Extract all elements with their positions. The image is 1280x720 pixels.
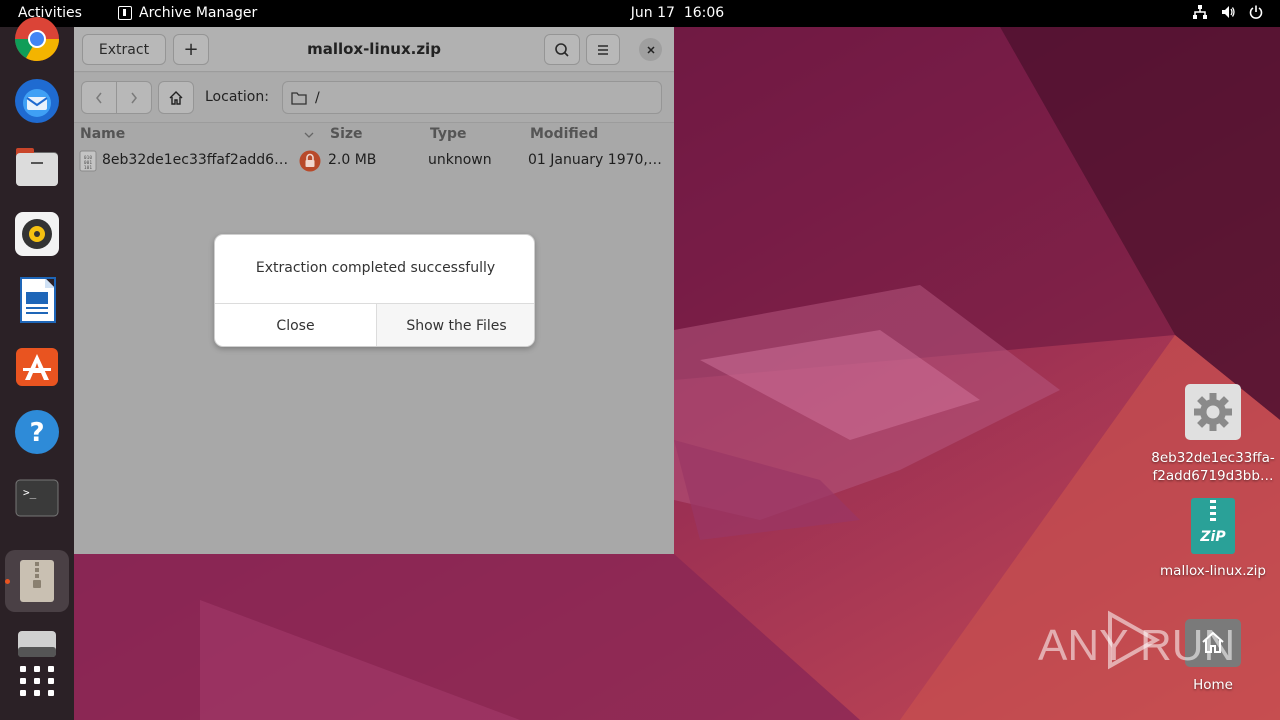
location-label: Location: — [205, 89, 269, 105]
search-icon — [555, 42, 569, 57]
executable-gear-icon — [1185, 384, 1241, 440]
chevron-right-icon — [131, 92, 137, 103]
column-type[interactable]: Type — [430, 126, 467, 142]
desktop-zip-item[interactable]: ZiP mallox-linux.zip — [1143, 498, 1280, 580]
files-icon[interactable] — [13, 144, 61, 192]
chevron-left-icon — [96, 92, 102, 103]
terminal-icon[interactable]: >_ — [13, 474, 61, 522]
network-icon — [1193, 5, 1207, 19]
clock-date: Jun 17 — [630, 5, 675, 21]
location-field[interactable]: / — [282, 81, 662, 114]
row-modified: 01 January 1970,… — [528, 152, 662, 168]
svg-text:>_: >_ — [23, 486, 37, 499]
close-icon — [646, 45, 655, 54]
folder-icon — [291, 91, 307, 105]
running-indicator — [5, 579, 10, 584]
binary-file-icon: 010001101 — [79, 150, 97, 172]
column-name[interactable]: Name — [80, 126, 125, 142]
clock-time: 16:06 — [683, 5, 725, 21]
search-button[interactable] — [544, 34, 580, 65]
table-row[interactable]: 010 001 101 8eb32de1ec33ffaf2add6… 2.0 MB … — [74, 148, 674, 174]
show-files-button[interactable]: Show the Files — [377, 304, 534, 346]
anyrun-watermark: ANY RUN — [1038, 608, 1238, 676]
column-headers: Name Size Type Modified — [74, 124, 674, 146]
desktop-file-item[interactable]: 8eb32de1ec33ffa- f2add6719d3bb… — [1143, 383, 1280, 485]
menu-button[interactable] — [586, 34, 620, 65]
zip-badge: ZiP — [1200, 529, 1226, 545]
app-name: Archive Manager — [139, 5, 258, 21]
archive-manager-small-icon — [118, 6, 132, 20]
dock: ? >_ — [0, 17, 74, 720]
sort-chevron-down-icon[interactable] — [304, 132, 314, 139]
desktop-zip-label: mallox-linux.zip — [1160, 563, 1266, 579]
location-toolbar: Location: / — [74, 73, 674, 123]
home-button[interactable] — [158, 81, 194, 114]
extraction-dialog: Extraction completed successfully Close … — [214, 234, 535, 347]
rhythmbox-icon[interactable] — [13, 210, 61, 258]
system-tray[interactable] — [1192, 4, 1264, 20]
watermark-text-right: RUN — [1140, 621, 1235, 670]
row-size: 2.0 MB — [328, 152, 377, 168]
forward-button[interactable] — [116, 81, 152, 114]
row-name: 8eb32de1ec33ffaf2add6… — [102, 152, 289, 168]
chrome-icon[interactable] — [13, 15, 61, 63]
help-icon[interactable]: ? — [13, 408, 61, 456]
desktop-file-label-line1: 8eb32de1ec33ffa- — [1151, 450, 1275, 466]
column-size[interactable]: Size — [330, 126, 363, 142]
home-icon — [169, 90, 183, 105]
zip-file-icon: ZiP — [1191, 498, 1235, 554]
row-type: unknown — [428, 152, 492, 168]
desktop-file-label-line2: f2add6719d3bb… — [1152, 468, 1274, 484]
svg-text:101: 101 — [84, 165, 92, 171]
close-button[interactable]: Close — [215, 304, 376, 346]
writer-icon[interactable] — [13, 276, 61, 324]
dialog-message: Extraction completed successfully — [255, 260, 496, 276]
thunderbird-icon[interactable] — [13, 77, 61, 125]
desktop-home-label: Home — [1193, 677, 1233, 693]
software-center-icon[interactable] — [13, 342, 61, 390]
column-modified[interactable]: Modified — [530, 126, 598, 142]
app-grid-icon[interactable] — [13, 657, 61, 705]
volume-icon — [1222, 6, 1235, 18]
svg-text:?: ? — [29, 418, 44, 448]
window-title: mallox-linux.zip — [307, 40, 441, 58]
lock-icon — [299, 150, 321, 172]
hamburger-icon — [598, 44, 608, 55]
close-window-button[interactable] — [639, 38, 662, 61]
app-menu[interactable]: Archive Manager — [118, 5, 257, 21]
top-bar: Activities Archive Manager Jun 17 16:06 — [0, 0, 1280, 27]
anyrun-logo: ANY RUN — [1038, 610, 1235, 670]
location-value: / — [315, 89, 320, 106]
header-bar: Extract + mallox-linux.zip — [74, 27, 674, 72]
archive-manager-icon[interactable] — [13, 557, 61, 605]
power-icon — [1249, 5, 1263, 19]
back-button[interactable] — [81, 81, 117, 114]
